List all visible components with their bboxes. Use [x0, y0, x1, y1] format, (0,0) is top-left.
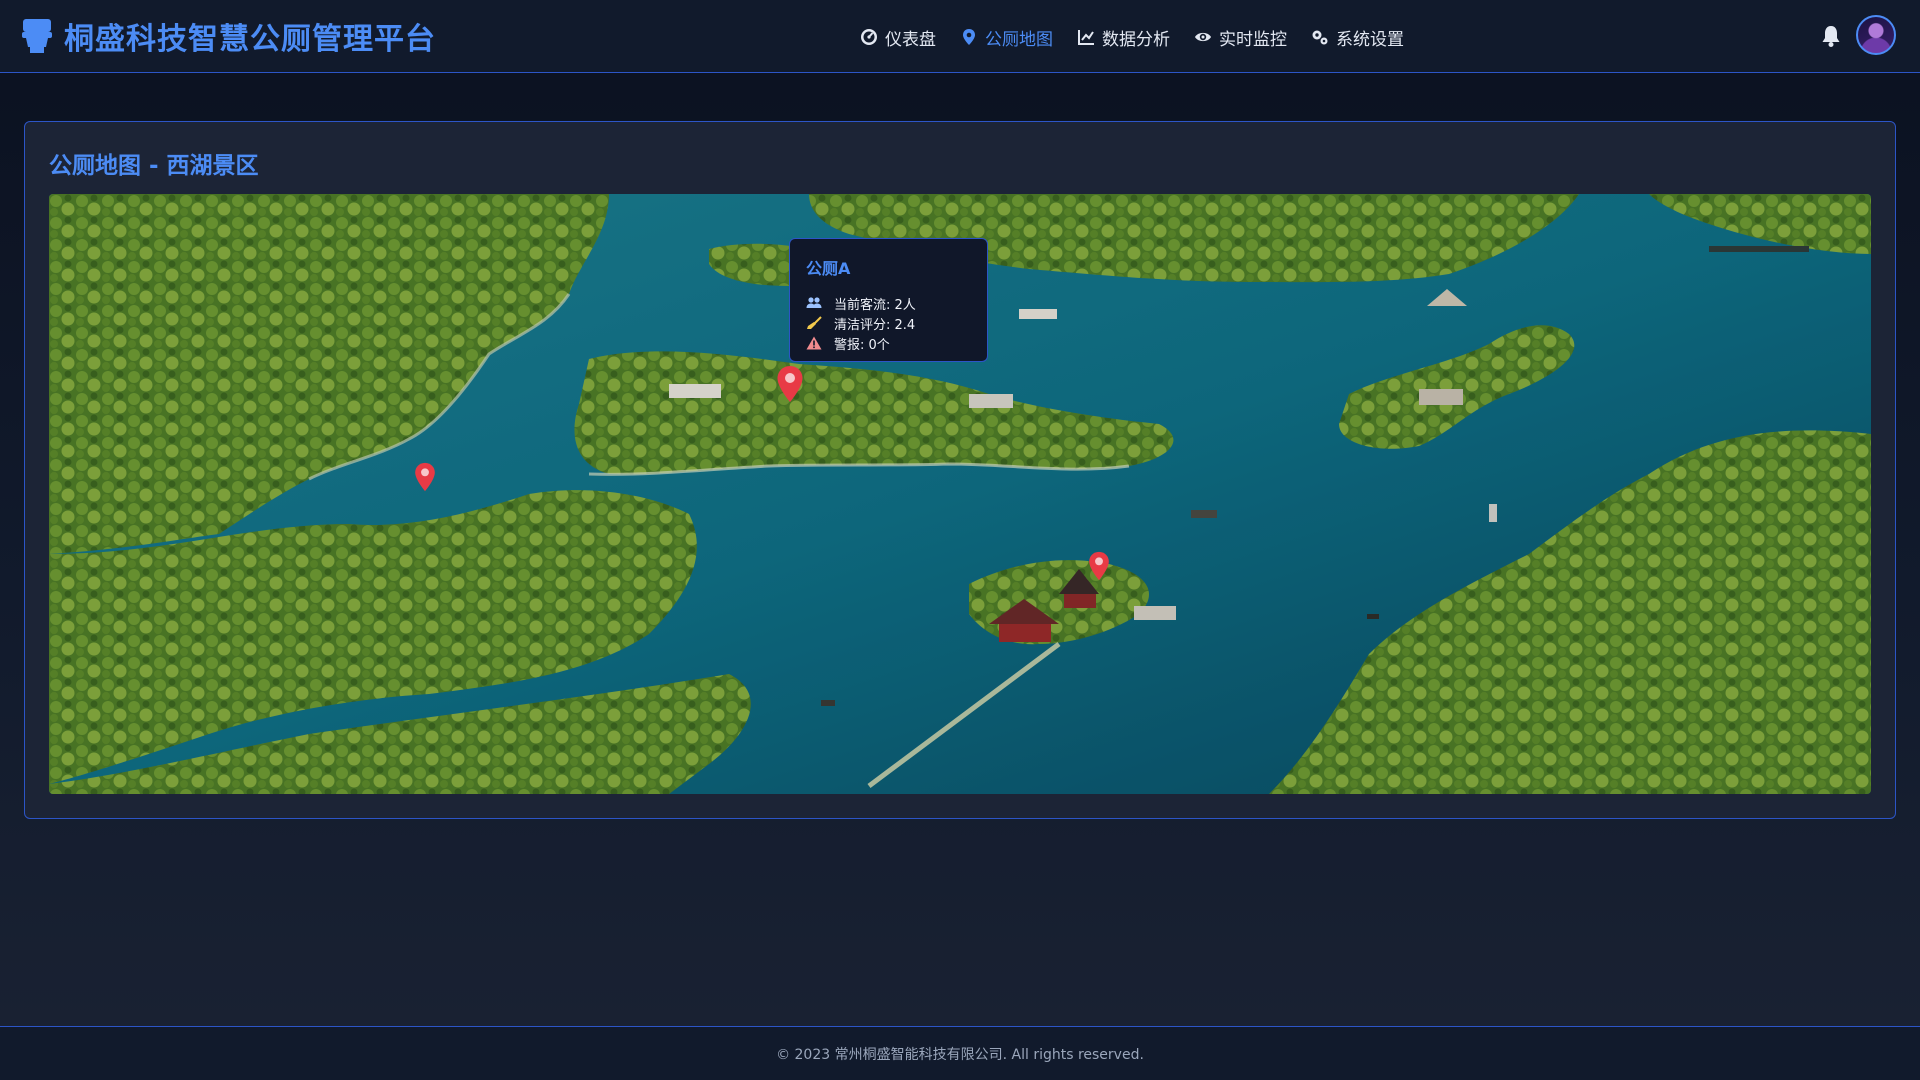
gears-icon — [1312, 30, 1328, 45]
main-nav: 仪表盘 公厕地图 数据分析 实时监控 系统设置 — [860, 22, 1428, 52]
map-card: 公厕地图 - 西湖景区 公厕A 当前客流: 2人 清洁评分: 2.4 警报: 0… — [24, 121, 1896, 819]
map-marker-toilet-a[interactable] — [776, 365, 804, 403]
popup-row-alarms: 警报: 0个 — [806, 333, 987, 353]
nav-item-label: 实时监控 — [1219, 29, 1287, 50]
popup-alarm-count: 警报: 0个 — [834, 337, 890, 353]
marker-popup: 公厕A 当前客流: 2人 清洁评分: 2.4 警报: 0个 — [789, 238, 988, 362]
toilet-map[interactable]: 公厕A 当前客流: 2人 清洁评分: 2.4 警报: 0个 — [49, 194, 1871, 794]
nav-item-label: 公厕地图 — [985, 29, 1053, 50]
map-marker-icon — [963, 29, 975, 45]
nav-item-toilet-map[interactable]: 公厕地图 — [960, 25, 1053, 50]
popup-title: 公厕A — [806, 259, 851, 278]
nav-item-label: 仪表盘 — [885, 29, 936, 50]
nav-item-label: 系统设置 — [1336, 29, 1404, 50]
popup-visitor-count: 当前客流: 2人 — [834, 297, 916, 313]
nav-item-live-monitor[interactable]: 实时监控 — [1194, 25, 1287, 50]
popup-clean-score: 清洁评分: 2.4 — [834, 317, 916, 333]
gauge-icon — [861, 29, 877, 45]
nav-item-data-analysis[interactable]: 数据分析 — [1077, 25, 1170, 50]
warning-icon — [806, 336, 822, 350]
top-navbar: 桐盛科技智慧公厕管理平台 仪表盘 公厕地图 数据分析 实时监控 系统设置 — [0, 0, 1920, 73]
popup-row-visitors: 当前客流: 2人 — [806, 293, 987, 313]
map-marker[interactable] — [1088, 551, 1110, 581]
app-title: 桐盛科技智慧公厕管理平台 — [64, 22, 436, 57]
eye-icon — [1195, 32, 1211, 42]
popup-row-cleanliness: 清洁评分: 2.4 — [806, 313, 987, 333]
copyright-text: © 2023 常州桐盛智能科技有限公司. All rights reserved… — [776, 1046, 1144, 1063]
nav-item-settings[interactable]: 系统设置 — [1311, 25, 1404, 50]
users-icon — [806, 297, 822, 308]
nav-item-dashboard[interactable]: 仪表盘 — [860, 25, 936, 50]
bell-icon[interactable] — [1820, 24, 1842, 48]
avatar[interactable] — [1856, 15, 1896, 55]
brand[interactable]: 桐盛科技智慧公厕管理平台 — [22, 16, 436, 57]
toilet-icon — [22, 19, 52, 53]
broom-icon — [807, 316, 822, 329]
nav-item-label: 数据分析 — [1102, 29, 1170, 50]
line-chart-icon — [1078, 30, 1094, 45]
map-marker[interactable] — [414, 462, 436, 492]
page-title: 公厕地图 - 西湖景区 — [49, 153, 259, 179]
footer: © 2023 常州桐盛智能科技有限公司. All rights reserved… — [0, 1026, 1920, 1080]
